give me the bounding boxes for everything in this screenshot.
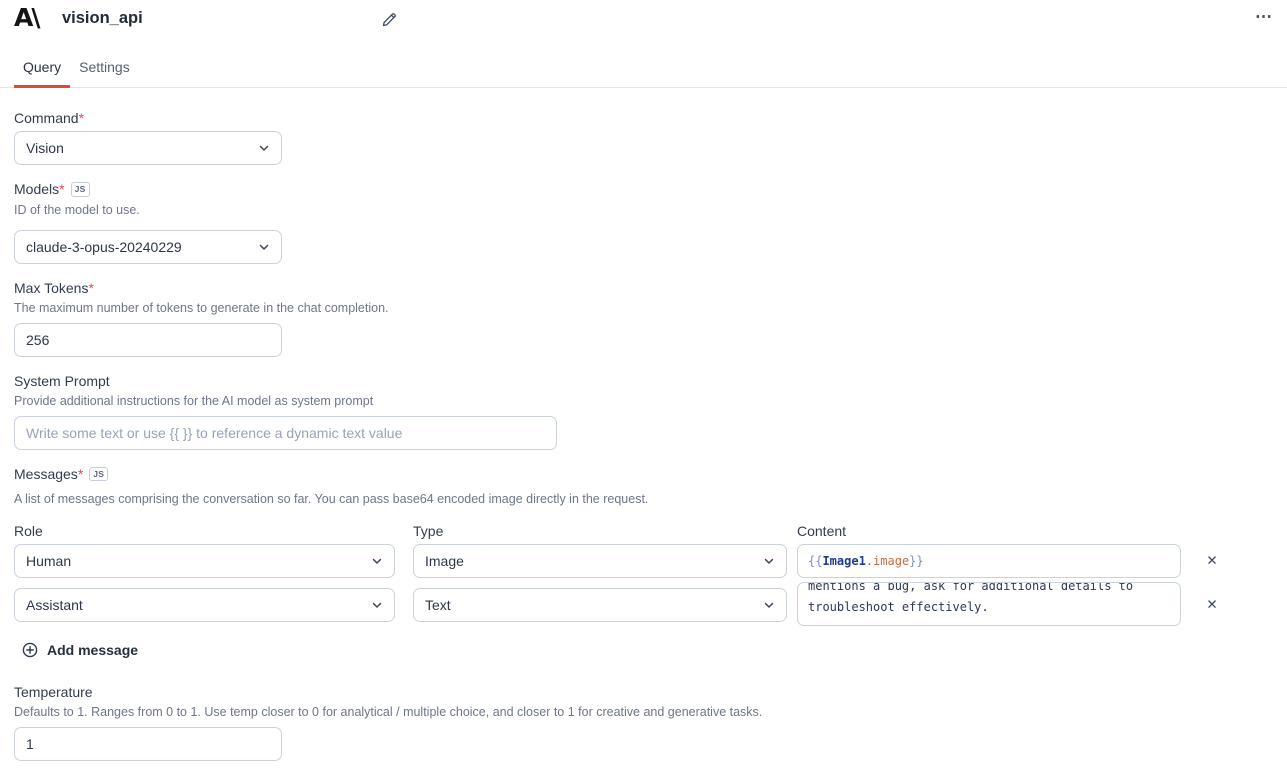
required-asterisk: * <box>78 466 83 482</box>
more-options-button[interactable]: ⋯ <box>1255 7 1273 27</box>
role-select[interactable]: Assistant <box>14 588 395 622</box>
app-header: A\ vision_api ⋯ <box>0 0 1287 44</box>
query-form: Command* Vision Models*JS ID of the mode… <box>0 88 1287 761</box>
models-select[interactable]: claude-3-opus-20240229 <box>14 230 282 264</box>
column-type: Type <box>413 523 797 540</box>
content-code-input[interactable]: mentions a bug, ask for additional detai… <box>797 582 1181 626</box>
role-select[interactable]: Human <box>14 544 395 578</box>
system-prompt-input[interactable] <box>14 416 557 450</box>
chevron-down-icon <box>763 599 775 611</box>
temperature-description: Defaults to 1. Ranges from 0 to 1. Use t… <box>14 705 1273 720</box>
js-badge: JS <box>89 467 108 482</box>
required-asterisk: * <box>79 110 84 126</box>
message-row: Human Image {{Image1.image}} ✕ <box>14 544 1273 578</box>
edit-title-button[interactable] <box>379 10 399 30</box>
remove-message-button[interactable]: ✕ <box>1203 553 1221 569</box>
chevron-down-icon <box>371 599 383 611</box>
tab-settings[interactable]: Settings <box>70 59 139 87</box>
chevron-down-icon <box>371 555 383 567</box>
required-asterisk: * <box>88 280 93 296</box>
temperature-input[interactable] <box>14 727 282 761</box>
temperature-label: Temperature <box>14 684 1273 701</box>
column-content: Content <box>797 523 1181 540</box>
add-message-label: Add message <box>47 638 138 662</box>
command-label: Command* <box>14 110 1273 127</box>
models-label: Models*JS <box>14 181 1273 199</box>
chevron-down-icon <box>258 241 270 253</box>
type-select[interactable]: Text <box>413 588 787 622</box>
max-tokens-label: Max Tokens* <box>14 280 1273 297</box>
chevron-down-icon <box>763 555 775 567</box>
command-select-value: Vision <box>26 140 64 156</box>
tab-bar: Query Settings <box>0 44 1287 88</box>
anthropic-logo-icon: A\ <box>14 3 38 32</box>
message-row: Assistant Text mentions a bug, ask for a… <box>14 588 1273 622</box>
type-select-value: Text <box>425 597 451 613</box>
messages-description: A list of messages comprising the conver… <box>14 492 1273 507</box>
models-description: ID of the model to use. <box>14 203 1273 218</box>
max-tokens-description: The maximum number of tokens to generate… <box>14 301 1273 316</box>
remove-message-button[interactable]: ✕ <box>1203 597 1221 613</box>
messages-label: Messages*JS <box>14 466 1273 484</box>
role-select-value: Human <box>26 553 71 569</box>
page-title: vision_api <box>62 9 143 28</box>
content-code-input[interactable]: {{Image1.image}} <box>797 544 1181 578</box>
type-select-value: Image <box>425 553 464 569</box>
column-role: Role <box>14 523 413 540</box>
system-prompt-label: System Prompt <box>14 373 1273 390</box>
type-select[interactable]: Image <box>413 544 787 578</box>
messages-column-headers: Role Type Content <box>14 523 1273 540</box>
required-asterisk: * <box>59 181 64 197</box>
js-badge: JS <box>71 182 90 197</box>
plus-circle-icon <box>22 642 38 658</box>
pencil-icon <box>381 12 397 28</box>
system-prompt-description: Provide additional instructions for the … <box>14 394 1273 409</box>
max-tokens-input[interactable] <box>14 323 282 357</box>
add-message-button[interactable]: Add message <box>22 638 138 662</box>
role-select-value: Assistant <box>26 597 83 613</box>
chevron-down-icon <box>258 142 270 154</box>
models-select-value: claude-3-opus-20240229 <box>26 239 182 255</box>
tab-query[interactable]: Query <box>14 59 70 87</box>
command-select[interactable]: Vision <box>14 131 282 165</box>
